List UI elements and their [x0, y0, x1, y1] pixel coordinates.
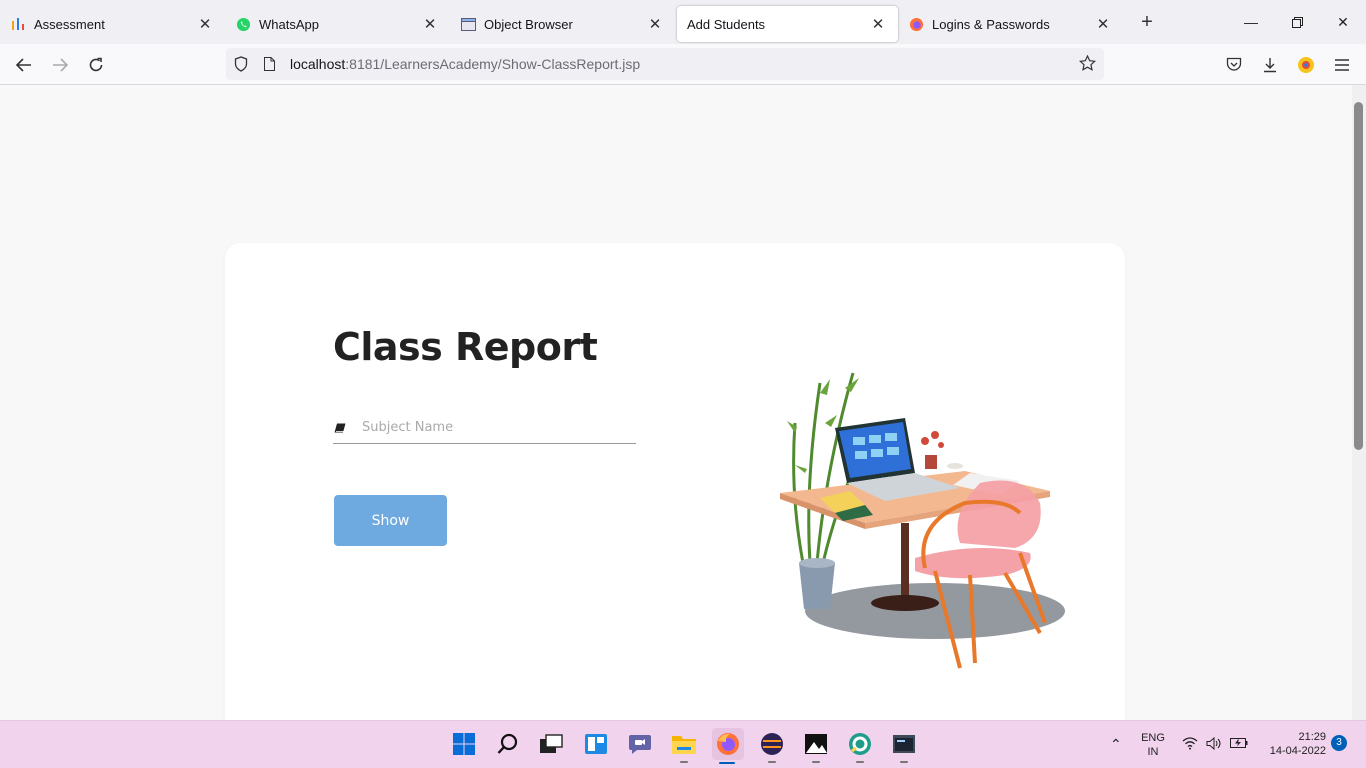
- search-icon[interactable]: [493, 729, 523, 759]
- book-icon: [334, 421, 348, 433]
- close-window-icon[interactable]: ✕: [1320, 0, 1366, 44]
- battery-icon[interactable]: [1230, 737, 1248, 753]
- tab-label: Logins & Passwords: [932, 16, 1050, 32]
- widgets-icon[interactable]: [581, 729, 611, 759]
- running-indicator: [812, 761, 820, 763]
- menu-icon[interactable]: [1324, 44, 1360, 85]
- running-indicator: [856, 761, 864, 763]
- whatsapp-icon: [235, 16, 251, 32]
- task-view-icon[interactable]: [536, 729, 566, 759]
- photos-icon[interactable]: [801, 729, 831, 763]
- extension-icon[interactable]: [1288, 44, 1324, 85]
- minimize-icon[interactable]: —: [1228, 0, 1274, 44]
- firefox-icon: [908, 16, 924, 32]
- tab-label: Add Students: [687, 16, 766, 32]
- restore-icon[interactable]: [1274, 0, 1320, 44]
- nav-bar: localhost:8181/LearnersAcademy/Show-Clas…: [0, 44, 1366, 85]
- tab-label: Object Browser: [484, 16, 573, 32]
- new-tab-button[interactable]: +: [1127, 11, 1167, 34]
- notification-badge[interactable]: 3: [1331, 735, 1347, 751]
- close-icon[interactable]: ✕: [868, 15, 888, 33]
- firefox-taskbar-icon[interactable]: [712, 728, 744, 764]
- teams-chat-icon[interactable]: [625, 729, 655, 759]
- subject-name-field[interactable]: [333, 411, 636, 444]
- url-bar[interactable]: localhost:8181/LearnersAcademy/Show-Clas…: [226, 48, 1104, 80]
- start-icon[interactable]: [449, 729, 479, 759]
- eclipse-icon[interactable]: [757, 729, 787, 763]
- download-icon[interactable]: [1252, 44, 1288, 85]
- close-icon[interactable]: ✕: [1093, 15, 1113, 33]
- running-indicator: [900, 761, 908, 763]
- tab-object-browser[interactable]: Object Browser ✕: [450, 6, 675, 42]
- wifi-icon[interactable]: [1182, 737, 1198, 754]
- pocket-icon[interactable]: [1216, 44, 1252, 85]
- class-report-card: Class Report Show: [225, 243, 1125, 720]
- running-indicator: [768, 761, 776, 763]
- tab-strip: Assessment ✕ WhatsApp ✕ Object Browser ✕…: [0, 0, 1366, 44]
- page-title: Class Report: [333, 325, 598, 369]
- url-text[interactable]: localhost:8181/LearnersAcademy/Show-Clas…: [290, 56, 640, 72]
- desk-illustration: [780, 372, 1065, 669]
- close-icon[interactable]: ✕: [645, 15, 665, 33]
- file-explorer-icon[interactable]: [669, 729, 699, 763]
- browser-app-icon[interactable]: [845, 729, 875, 763]
- close-icon[interactable]: ✕: [420, 15, 440, 33]
- tab-logins-passwords[interactable]: Logins & Passwords ✕: [898, 6, 1123, 42]
- volume-icon[interactable]: [1206, 736, 1221, 754]
- taskbar: ⌃ ENG IN 21:29 14-04-2022 3: [0, 720, 1366, 768]
- back-icon[interactable]: [6, 44, 42, 85]
- tab-label: Assessment: [34, 16, 105, 32]
- page-content: Class Report Show: [0, 85, 1352, 720]
- bar-chart-icon: [10, 16, 26, 32]
- window-icon: [460, 16, 476, 32]
- page-icon[interactable]: [264, 57, 278, 71]
- tab-assessment[interactable]: Assessment ✕: [0, 6, 225, 42]
- tab-add-students[interactable]: Add Students ✕: [677, 6, 898, 42]
- running-indicator: [680, 761, 688, 763]
- forward-icon[interactable]: [42, 44, 78, 85]
- active-indicator: [719, 762, 735, 764]
- clock[interactable]: 21:29 14-04-2022: [1258, 730, 1326, 758]
- chevron-up-icon[interactable]: ⌃: [1110, 737, 1122, 751]
- tab-whatsapp[interactable]: WhatsApp ✕: [225, 6, 450, 42]
- shield-icon[interactable]: [234, 56, 250, 72]
- reload-icon[interactable]: [78, 44, 114, 85]
- subject-name-input[interactable]: [362, 419, 622, 435]
- close-icon[interactable]: ✕: [195, 15, 215, 33]
- language-indicator[interactable]: ENG IN: [1138, 731, 1168, 759]
- show-button[interactable]: Show: [334, 495, 447, 546]
- terminal-icon[interactable]: [889, 729, 919, 763]
- scrollbar-thumb[interactable]: [1354, 102, 1363, 450]
- tab-label: WhatsApp: [259, 16, 319, 32]
- bookmark-star-icon[interactable]: [1078, 54, 1097, 75]
